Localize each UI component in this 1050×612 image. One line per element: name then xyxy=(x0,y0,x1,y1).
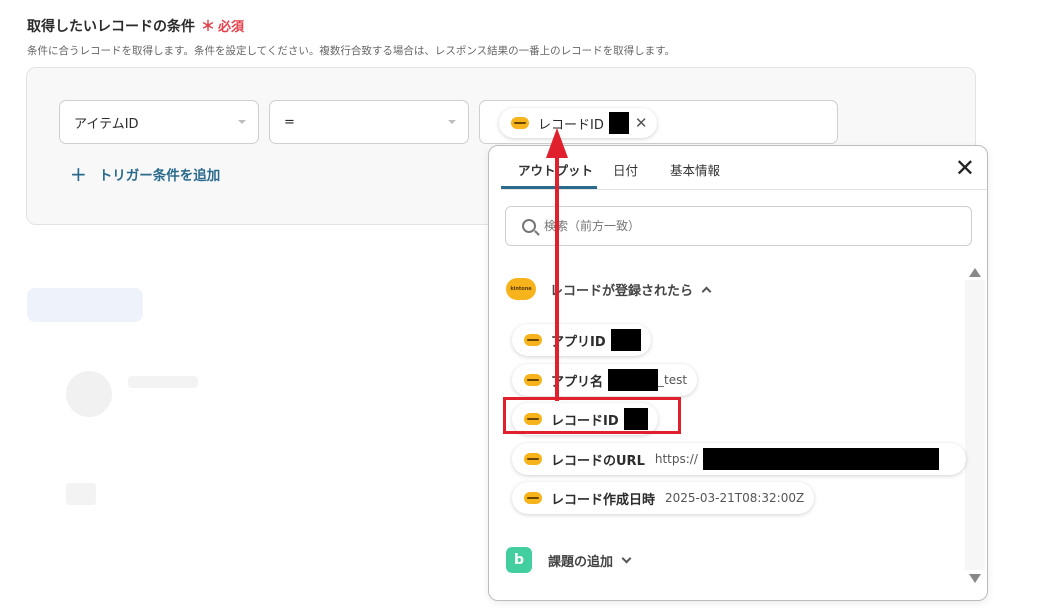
search-input[interactable] xyxy=(544,219,924,233)
required-text: 必須 xyxy=(218,20,245,35)
background-block xyxy=(66,483,96,505)
kintone-logo-icon: kintone xyxy=(506,278,536,300)
redacted-block xyxy=(610,329,641,351)
chevron-down-icon xyxy=(448,120,456,124)
kintone-icon xyxy=(524,492,542,504)
search-icon xyxy=(522,219,536,233)
output-item-value: 2025-03-21T08:32:00Z xyxy=(665,491,805,505)
highlight-annotation xyxy=(503,397,681,434)
output-item-value: https:// xyxy=(654,452,698,466)
group-backlog-label: 課題の追加 xyxy=(548,554,614,570)
kintone-icon xyxy=(524,453,542,465)
scrollbar-track[interactable] xyxy=(965,280,985,570)
add-trigger-condition-button[interactable]: + トリガー条件を追加 xyxy=(70,164,220,184)
group-kintone-label: レコードが登録されたら xyxy=(550,283,694,299)
output-item-label: アプリ名 xyxy=(551,374,604,390)
field-select-value: アイテムID xyxy=(74,116,139,132)
close-popup-button[interactable]: ✕ xyxy=(955,156,975,180)
output-item-created-at[interactable]: レコード作成日時 2025-03-21T08:32:00Z xyxy=(512,482,815,514)
section-title: 取得したいレコードの条件 ＊必須 xyxy=(27,16,244,36)
add-trigger-label: トリガー条件を追加 xyxy=(98,168,221,184)
output-item-value: _test xyxy=(658,373,688,387)
scroll-down-icon[interactable] xyxy=(969,574,981,583)
tab-basic-info[interactable]: 基本情報 xyxy=(670,160,720,179)
tab-underline xyxy=(501,186,597,189)
kintone-icon xyxy=(524,374,542,386)
close-icon[interactable]: ✕ xyxy=(635,114,648,132)
output-item-label: レコード作成日時 xyxy=(551,492,656,508)
redacted-block xyxy=(608,112,629,134)
group-kintone-header[interactable]: kintone レコードが登録されたら xyxy=(506,278,712,300)
required-mark: ＊ xyxy=(201,19,215,35)
chevron-down-icon xyxy=(238,120,246,124)
section-description: 条件に合うレコードを取得します。条件を設定してください。複数行合致する場合は、レ… xyxy=(27,45,676,57)
group-backlog-header[interactable]: b 課題の追加 xyxy=(506,547,632,573)
kintone-icon xyxy=(511,117,529,129)
tab-date[interactable]: 日付 xyxy=(613,160,638,179)
output-item-label: レコードのURL xyxy=(551,453,645,469)
redacted-block xyxy=(608,369,659,391)
operator-select[interactable]: = xyxy=(269,100,469,144)
tab-bar: アウトプット 日付 基本情報 xyxy=(501,146,987,190)
output-item-label: アプリID xyxy=(551,334,606,350)
value-chip-label: レコードID xyxy=(538,117,604,133)
tab-output[interactable]: アウトプット xyxy=(518,160,593,179)
output-item-record-url[interactable]: レコードのURL https:// xyxy=(512,443,966,475)
search-field[interactable] xyxy=(505,206,972,246)
plus-icon: + xyxy=(70,162,87,186)
output-item-app-id[interactable]: アプリID xyxy=(512,324,651,356)
value-chip[interactable]: レコードID ✕ xyxy=(499,108,658,138)
field-select[interactable]: アイテムID xyxy=(59,100,259,144)
backlog-logo-icon: b xyxy=(506,547,532,573)
operator-select-value: = xyxy=(284,114,295,130)
chevron-up-icon xyxy=(701,286,712,296)
section-title-text: 取得したいレコードの条件 xyxy=(27,19,195,35)
output-item-app-name[interactable]: アプリ名 _test xyxy=(512,364,698,396)
kintone-icon xyxy=(524,334,542,346)
scroll-up-icon[interactable] xyxy=(969,268,981,277)
chevron-down-icon xyxy=(621,553,632,563)
value-input[interactable]: レコードID ✕ xyxy=(479,100,838,144)
output-picker-popup: アウトプット 日付 基本情報 ✕ kintone レコードが登録されたら アプリ… xyxy=(488,145,988,601)
redacted-block xyxy=(702,448,939,470)
background-avatar xyxy=(66,371,112,417)
background-text xyxy=(128,376,198,388)
background-button xyxy=(27,288,143,322)
